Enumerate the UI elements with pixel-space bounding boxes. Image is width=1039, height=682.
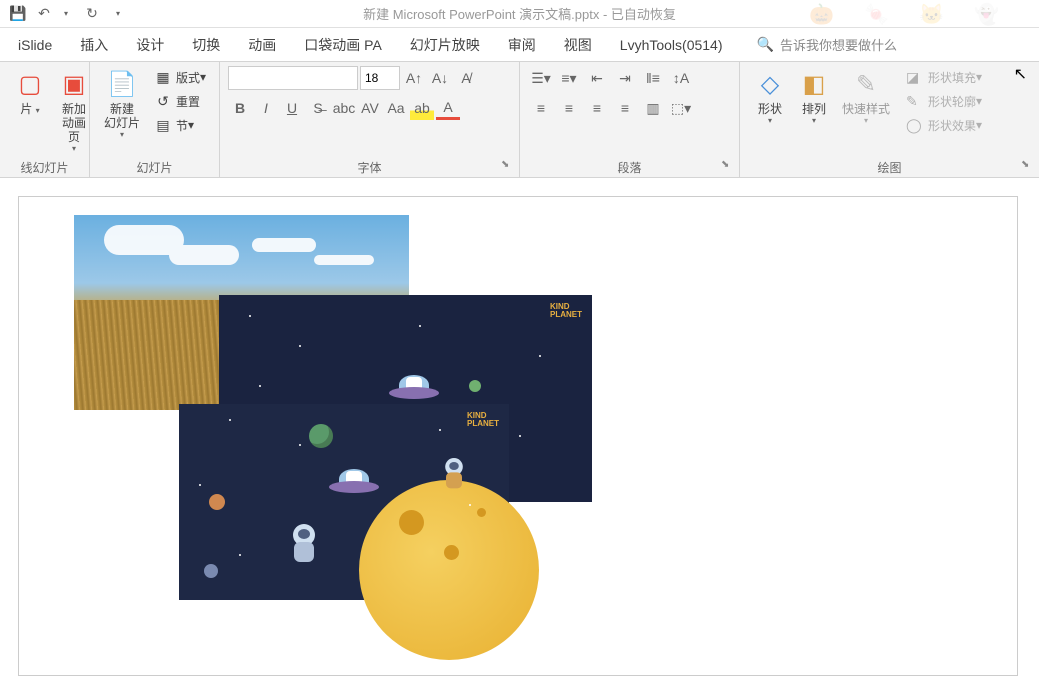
italic-button[interactable]: I [254, 96, 278, 120]
shapes-icon: ◇ [754, 68, 786, 100]
reset-button[interactable]: ↺重置 [150, 90, 210, 112]
arrange-button[interactable]: ◧ 排列▾ [792, 66, 836, 127]
decrease-indent-button[interactable]: ⇤ [584, 66, 610, 90]
section-icon: ▤ [154, 116, 172, 134]
outline-icon: ✎ [906, 93, 924, 110]
group-font: A↑ A↓ A̸ B I U S̶ abc AV Aa ab A 字体 ⬊ [220, 62, 520, 177]
qat-dropdown-icon[interactable]: ▾ [108, 4, 128, 24]
astronaut-illustration [442, 458, 466, 490]
layout-button[interactable]: ▦版式 ▾ [150, 66, 210, 88]
planet-illustration [469, 380, 481, 392]
search-icon: 🔍 [757, 36, 774, 53]
undo-dropdown-icon[interactable]: ▾ [56, 4, 76, 24]
planet-illustration [204, 564, 218, 578]
convert-smartart-button[interactable]: ⬚▾ [668, 96, 694, 120]
tab-insert[interactable]: 插入 [66, 28, 122, 62]
tell-me-search[interactable]: 🔍 告诉我你想要做什么 [757, 35, 897, 54]
shape-effects-button[interactable]: ◯形状效果 ▾ [902, 114, 986, 136]
tell-me-placeholder: 告诉我你想要做什么 [780, 35, 897, 54]
group-label: 字体 [228, 157, 511, 175]
tab-pocket-anim[interactable]: 口袋动画 PA [290, 28, 396, 62]
image-space-2[interactable]: KIND PLANET [179, 404, 509, 600]
group-drawing: ◇ 形状▾ ◧ 排列▾ ✎ 快速样式▾ ◪形状填充 ▾ ✎形状轮廓 ▾ ◯形状效… [740, 62, 1039, 177]
tab-view[interactable]: 视图 [550, 28, 606, 62]
align-center-button[interactable]: ≡ [556, 96, 582, 120]
effects-icon: ◯ [906, 117, 924, 134]
numbering-button[interactable]: ≡▾ [556, 66, 582, 90]
slide-canvas-area[interactable]: KIND PLANET KIND PLANET [0, 178, 1039, 682]
redo-icon[interactable]: ↻ [82, 4, 102, 24]
undo-icon[interactable]: ↶ [34, 4, 54, 24]
group-label: 段落 [528, 157, 731, 175]
quick-styles-button[interactable]: ✎ 快速样式▾ [836, 66, 896, 127]
increase-indent-button[interactable]: ⇥ [612, 66, 638, 90]
tab-islide[interactable]: iSlide [4, 28, 66, 62]
text-direction-button[interactable]: ↕A [668, 66, 694, 90]
arrange-icon: ◧ [798, 68, 830, 100]
shape-outline-button[interactable]: ✎形状轮廓 ▾ [902, 90, 986, 112]
paragraph-dialog-launcher-icon[interactable]: ⬊ [721, 159, 735, 173]
change-case-button[interactable]: Aa [384, 96, 408, 120]
tab-slideshow[interactable]: 幻灯片放映 [396, 28, 494, 62]
drawing-dialog-launcher-icon[interactable]: ⬊ [1021, 159, 1035, 173]
planet-illustration [309, 424, 333, 448]
group-offline-slides: ▢ 片 ▾ ▣ 新加 动画页 ▾ 线幻灯片 [0, 62, 90, 177]
shapes-button[interactable]: ◇ 形状▾ [748, 66, 792, 127]
ufo-illustration [389, 375, 439, 405]
layout-icon: ▦ [154, 68, 172, 86]
strikethrough-button[interactable]: S̶ [306, 96, 330, 120]
group-label: 线幻灯片 [8, 157, 81, 175]
shape-fill-button[interactable]: ◪形状填充 ▾ [902, 66, 986, 88]
ribbon: ▢ 片 ▾ ▣ 新加 动画页 ▾ 线幻灯片 📄 新建 幻灯片 ▾ ▦版式 ▾ ↺… [0, 62, 1039, 178]
slide-icon: ▢ [14, 68, 46, 100]
bold-button[interactable]: B [228, 96, 252, 120]
group-paragraph: ☰▾ ≡▾ ⇤ ⇥ ‖≡ ↕A ≡ ≡ ≡ ≡ ▥ ⬚▾ 段落 ⬊ [520, 62, 740, 177]
astronaut-illustration [289, 524, 319, 564]
save-icon[interactable]: 💾 [8, 4, 28, 24]
font-name-input[interactable] [228, 66, 358, 90]
decrease-font-icon[interactable]: A↓ [428, 66, 452, 90]
new-slide-icon: 📄 [106, 68, 138, 100]
quick-access-toolbar: 💾 ↶ ▾ ↻ ▾ [0, 0, 1039, 28]
clear-format-icon[interactable]: A̸ [454, 66, 478, 90]
shadow-button[interactable]: abc [332, 96, 356, 120]
tab-design[interactable]: 设计 [122, 28, 178, 62]
group-slides: 📄 新建 幻灯片 ▾ ▦版式 ▾ ↺重置 ▤节 ▾ 幻灯片 [90, 62, 220, 177]
ufo-illustration [329, 469, 379, 499]
section-button[interactable]: ▤节 ▾ [150, 114, 210, 136]
slide[interactable]: KIND PLANET KIND PLANET [18, 196, 1018, 676]
group-label: 绘图 [748, 157, 1031, 175]
ribbon-tabs: iSlide 插入 设计 切换 动画 口袋动画 PA 幻灯片放映 审阅 视图 L… [0, 28, 1039, 62]
highlight-button[interactable]: ab [410, 96, 434, 120]
increase-font-icon[interactable]: A↑ [402, 66, 426, 90]
quick-styles-icon: ✎ [850, 68, 882, 100]
font-size-input[interactable] [360, 66, 400, 90]
tab-transitions[interactable]: 切换 [178, 28, 234, 62]
tab-lvyhtools[interactable]: LvyhTools(0514) [606, 28, 737, 62]
tab-animations[interactable]: 动画 [234, 28, 290, 62]
underline-button[interactable]: U [280, 96, 304, 120]
font-color-button[interactable]: A [436, 96, 460, 120]
anim-page-icon: ▣ [58, 68, 90, 100]
fill-icon: ◪ [906, 69, 924, 86]
char-spacing-button[interactable]: AV [358, 96, 382, 120]
align-left-button[interactable]: ≡ [528, 96, 554, 120]
align-right-button[interactable]: ≡ [584, 96, 610, 120]
font-dialog-launcher-icon[interactable]: ⬊ [501, 159, 515, 173]
planet-illustration [209, 494, 225, 510]
tab-review[interactable]: 审阅 [494, 28, 550, 62]
bullets-button[interactable]: ☰▾ [528, 66, 554, 90]
reset-icon: ↺ [154, 92, 172, 110]
line-spacing-button[interactable]: ‖≡ [640, 66, 666, 90]
new-slide-button[interactable]: 📄 新建 幻灯片 ▾ [98, 66, 146, 141]
group-label: 幻灯片 [98, 157, 211, 175]
columns-button[interactable]: ▥ [640, 96, 666, 120]
offline-slide-button[interactable]: ▢ 片 ▾ [8, 66, 52, 120]
justify-button[interactable]: ≡ [612, 96, 638, 120]
